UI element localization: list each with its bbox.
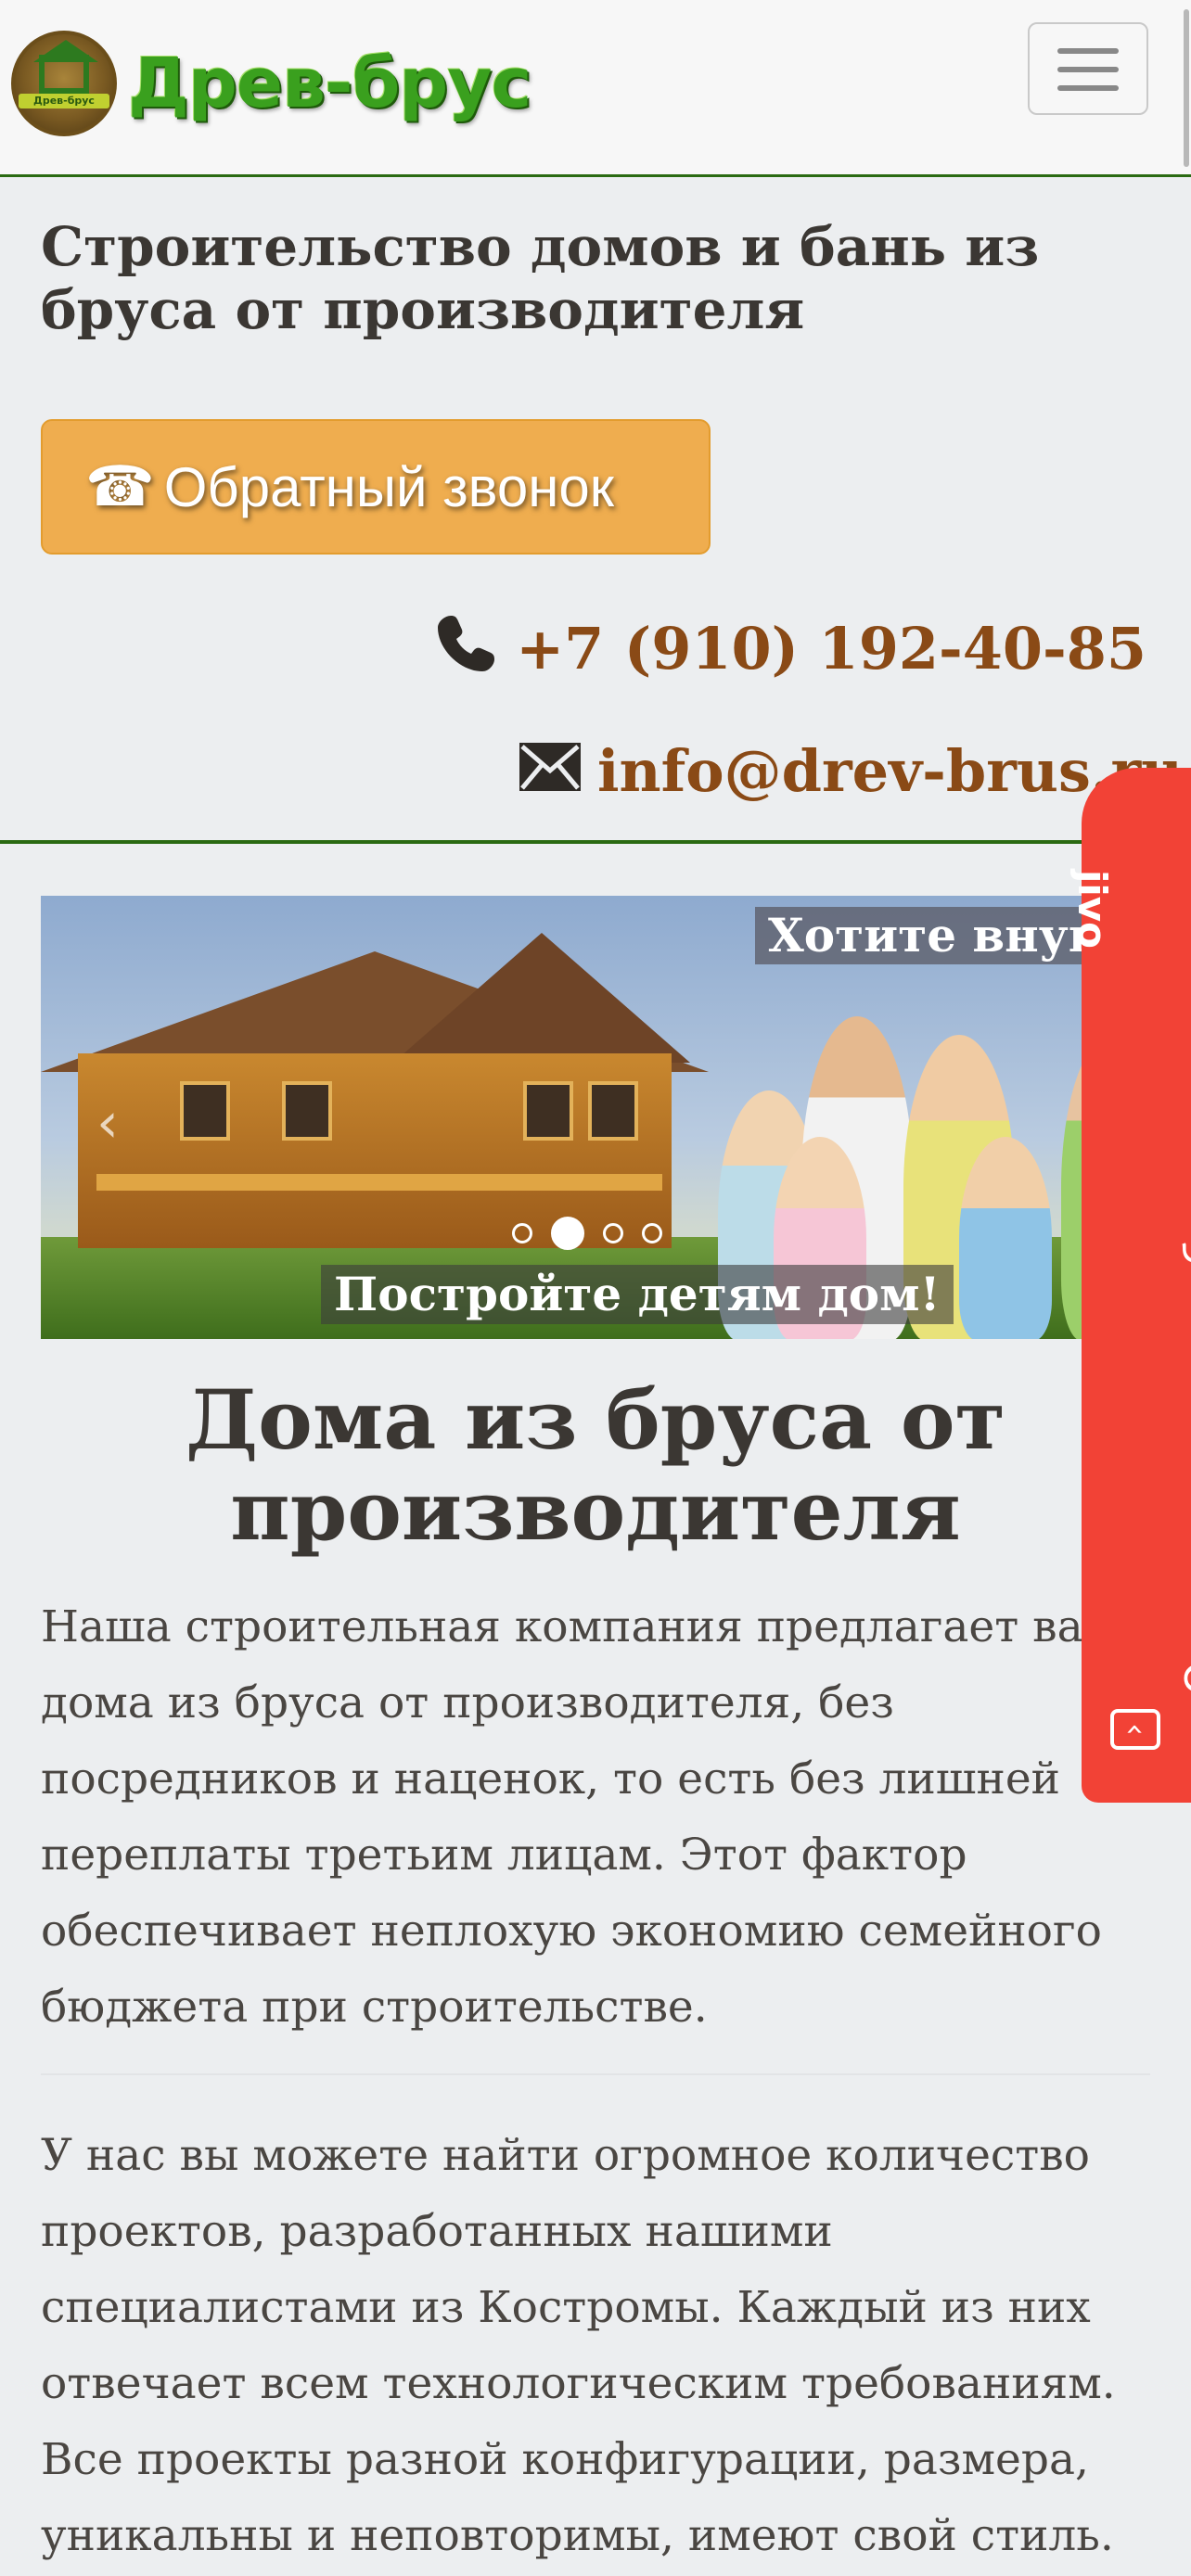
logo-emblem: Древ-брус: [11, 31, 117, 136]
brand-name: Древ-брус: [128, 44, 531, 123]
phone-icon: [438, 612, 497, 685]
phone-contact: +7 (910) 192-40-85: [438, 605, 1146, 692]
phone-link[interactable]: +7 (910) 192-40-85: [516, 615, 1146, 682]
page-heading: Дома из бруса от производителя: [185, 1371, 1006, 1559]
slide-house-window: [180, 1081, 230, 1141]
telephone-icon: ☎: [85, 455, 155, 517]
callback-button-label: Обратный звонок: [163, 455, 614, 518]
slide-house-deck: [96, 1174, 662, 1191]
projects-paragraph: У нас вы можете найти огромное количеств…: [41, 2130, 1116, 2561]
email-contact: info@drev-brus.ru: [519, 729, 1183, 812]
carousel-indicator-dot[interactable]: [512, 1223, 532, 1243]
jivo-chat-label: Отправьте нам сообщение: [1176, 1090, 1191, 1695]
carousel-indicator-dot[interactable]: [642, 1223, 662, 1243]
carousel-indicator-dot[interactable]: [603, 1223, 623, 1243]
carousel-indicator-dot-active[interactable]: [551, 1217, 584, 1250]
slide-house-window: [282, 1081, 332, 1141]
slide-person: [959, 1137, 1052, 1339]
chat-bubble-icon: ›: [1110, 1709, 1160, 1750]
section-divider: [41, 2073, 1150, 2075]
hamburger-bar-icon: [1057, 67, 1119, 72]
hamburger-bar-icon: [1057, 85, 1119, 91]
slide-house-roof-gable: [393, 933, 690, 1063]
intro-paragraph: Наша строительная компания предлагает ва…: [41, 1601, 1118, 2033]
slide-house-window: [523, 1081, 573, 1141]
callback-button[interactable]: ☎ Обратный звонок: [41, 419, 711, 555]
carousel-prev-chevron-icon[interactable]: ‹: [96, 1090, 119, 1155]
site-logo-link[interactable]: Древ-брус Древ-брус: [11, 28, 531, 139]
page-scrollbar[interactable]: [1184, 9, 1189, 167]
slide-caption-bottom: Постройте детям дом!: [321, 1265, 954, 1324]
site-tagline: Строительство домов и бань из бруса от п…: [41, 215, 1040, 341]
jivo-chat-tab[interactable]: jivo Отправьте нам сообщение ›: [1069, 768, 1191, 1803]
logo-house-icon: [39, 55, 89, 94]
header-divider: [0, 840, 1191, 844]
image-carousel[interactable]: Хотите внуков? Постройте детям дом! ‹ ›: [41, 896, 1150, 1339]
envelope-icon: [519, 737, 581, 805]
slide-house-window: [588, 1081, 638, 1141]
carousel-indicators: [512, 1217, 662, 1250]
navbar: Древ-брус Древ-брус: [0, 0, 1191, 177]
hamburger-bar-icon: [1057, 48, 1119, 54]
logo-emblem-ribbon: Древ-брус: [19, 94, 109, 108]
hamburger-menu-button[interactable]: [1028, 22, 1148, 115]
